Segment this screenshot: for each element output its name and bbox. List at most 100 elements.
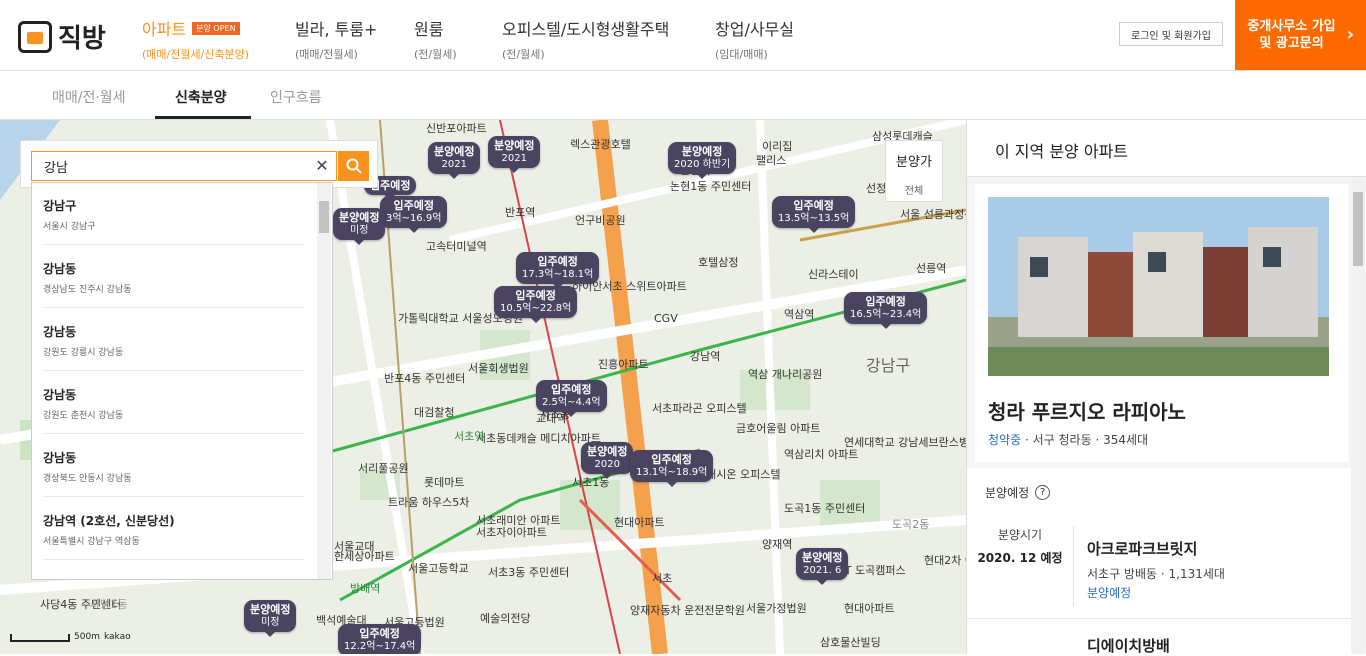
search-icon: [346, 158, 362, 174]
nav-oneroom-sub: (전/월세): [414, 48, 457, 61]
map-pin-ipju[interactable]: 입주예정 17.3억~18.1억: [516, 252, 600, 289]
map-pin-bunyang[interactable]: 분양예정 2021: [488, 136, 541, 173]
map-label: 호텔삼정: [698, 256, 739, 269]
price-filter[interactable]: 분양가 전체: [885, 140, 943, 202]
map-label: 삼호물산빌딩: [820, 636, 881, 649]
upcoming-item[interactable]: 디에이치방배: [967, 618, 1351, 655]
pin-sub: 17.3억~18.1억: [522, 269, 594, 280]
pin-sub: 16.5억~23.4억: [850, 309, 922, 320]
pin-sub: 13.5억~13.5억: [778, 213, 850, 224]
pin-label: 입주예정: [537, 255, 578, 268]
nav-office[interactable]: 창업/사무실 (임대/매매): [715, 16, 794, 62]
suggestion-item[interactable]: 강남구 서울시 강남구: [43, 183, 305, 245]
map-pin-bunyang[interactable]: 분양예정 미정: [244, 600, 297, 637]
suggestion-name: 강남동: [43, 325, 77, 339]
map-label: 반포역: [505, 206, 536, 219]
tab-new-sale[interactable]: 신축분양: [175, 87, 227, 107]
tab-population[interactable]: 인구흐름: [270, 87, 322, 107]
map-label: 트라움 하우스5차: [388, 496, 470, 509]
map-label: CGV: [654, 312, 678, 325]
sale-period: 분양시기 2020. 12 예정: [967, 526, 1073, 566]
nav-apartment[interactable]: 아파트 분양 OPEN (매매/전월세/신축분양): [142, 16, 249, 62]
suggestions-scroll-thumb[interactable]: [319, 201, 329, 233]
featured-apartment-card[interactable]: 청라 푸르지오 라피아노 청약중 · 서구 청라동 · 354세대: [975, 184, 1348, 462]
map-pin-bunyang[interactable]: 분양예정 미정: [333, 208, 386, 245]
map-pin-bunyang[interactable]: 분양예정 2021. 6: [796, 548, 849, 585]
apartment-photo-illustration: [988, 197, 1329, 376]
map-label: 서초파라곤 오피스텔: [652, 402, 747, 415]
map-pin-bunyang[interactable]: 분양예정 2020 하반기: [668, 142, 737, 179]
suggestion-item[interactable]: 강남역 (2호선, 신분당선) 서울특별시 강남구 역삼동: [43, 498, 305, 560]
map-label: 양재자동차 운전전문학원: [630, 604, 745, 617]
pin-label: 입주예정: [865, 295, 906, 308]
help-icon[interactable]: ?: [1035, 485, 1051, 500]
map-label: 서초3동 주민센터: [488, 566, 570, 579]
map-label: 서울고등학교: [408, 562, 469, 575]
panel-title: 이 지역 분양 아파트: [967, 120, 1366, 177]
agent-signup-button[interactable]: 중개사무소 가입 및 광고문의 ›: [1235, 0, 1366, 70]
pin-sub: 2.5억~4.4억: [542, 397, 601, 408]
map-pin-ipju[interactable]: 입주예정 13.1억~18.9억: [630, 450, 714, 487]
suggestion-name: 강남동: [43, 451, 77, 465]
map-pin-bunyang[interactable]: 분양예정 2020: [581, 442, 634, 479]
upcoming-status: 분양예정: [1087, 586, 1132, 600]
map-label: 선릉역: [916, 262, 947, 275]
map-label: 도곡2동: [892, 518, 930, 531]
suggestion-item[interactable]: 강남동 경상남도 진주시 강남동: [43, 246, 305, 308]
upcoming-location: 서초구 방배동: [1087, 567, 1158, 581]
search-button[interactable]: [338, 151, 369, 181]
panel-scroll-thumb[interactable]: [1353, 192, 1363, 266]
map-pin-bunyang[interactable]: 분양예정 2021: [428, 142, 481, 179]
map-label: 역삼 개나리공원: [748, 368, 823, 381]
suggestion-address: 경상남도 진주시 강남동: [43, 285, 132, 295]
sub-navigation: 매매/전·월세 신축분양 인구흐름: [0, 71, 1366, 120]
suggestion-item[interactable]: 강남동경상북도 안동시 강남동: [43, 435, 305, 497]
clear-icon[interactable]: ✕: [311, 155, 333, 177]
map-pin-ipju[interactable]: 입주예정 3억~16.9억: [380, 196, 448, 233]
nav-officetel[interactable]: 오피스텔/도시형생활주택 (전/월세): [502, 16, 669, 62]
tab-trade[interactable]: 매매/전·월세: [52, 87, 126, 107]
map-pin-ipju[interactable]: 입주예정 13.5억~13.5억: [772, 196, 856, 233]
map-label: 역삼역: [784, 308, 815, 321]
pin-label: 입주예정: [515, 289, 556, 302]
suggestions-scrollbar[interactable]: [317, 183, 331, 579]
pin-label: 입주예정: [793, 199, 834, 212]
apartment-location: 서구 청라동: [1032, 433, 1092, 447]
map-label: 현대2차 아파트: [924, 554, 966, 567]
nav-officetel-label: 오피스텔/도시형생활주택: [502, 20, 670, 39]
suggestion-name: 강남동: [43, 388, 77, 402]
suggestion-item[interactable]: 강남동강원도 춘천시 강남동: [43, 372, 305, 434]
upcoming-item[interactable]: 아크로파크브릿지 서초구 방배동 · 1,131세대 분양예정: [1087, 538, 1225, 601]
suggestion-address: 강원도 춘천시 강남동: [43, 411, 124, 421]
map-pin-ipju[interactable]: 입주예정 10.5억~22.8억: [494, 286, 578, 323]
map-pin-ipju[interactable]: 입주예정 12.2억~17.4억: [338, 624, 422, 654]
pin-label: 분양예정: [434, 145, 475, 158]
pin-sub: 13.1억~18.9억: [636, 467, 708, 478]
nav-villa[interactable]: 빌라, 투룸+ (매매/전월세): [295, 16, 377, 62]
apartment-name: 청라 푸르지오 라피아노: [988, 400, 1186, 424]
pin-sub: 10.5억~22.8억: [500, 303, 572, 314]
map-label: 서초자이아파트: [476, 526, 547, 539]
map-label: 팰리스: [756, 154, 787, 167]
suggestion-item[interactable]: 강남동 강원도 강릉시 강남동: [43, 309, 305, 371]
map-district-label: 강남구: [866, 356, 911, 375]
map-label: 롯데마트: [424, 476, 465, 489]
zigbang-logo[interactable]: 직방: [18, 18, 106, 55]
pin-sub: 2021: [501, 153, 527, 164]
pin-label: 분양예정: [250, 603, 291, 616]
map-label: 서리풀공원: [358, 462, 409, 475]
login-button[interactable]: 로그인 및 회원가입: [1119, 22, 1223, 46]
pin-label: 분양예정: [587, 445, 628, 458]
map-label: 언구비공원: [575, 214, 626, 227]
upcoming-name: 디에이치방배: [1087, 637, 1170, 655]
map-pin-ipju[interactable]: 입주예정 16.5억~23.4억: [844, 292, 928, 329]
nav-oneroom[interactable]: 원룸 (전/월세): [414, 16, 457, 62]
pin-sub: 3억~16.9억: [386, 213, 442, 224]
pin-label: 분양예정: [494, 139, 535, 152]
suggestion-address: 서울시 강남구: [43, 222, 96, 232]
apartment-units: 354세대: [1103, 433, 1149, 447]
search-input[interactable]: [31, 151, 337, 181]
pin-label: 입주예정: [359, 627, 400, 640]
map-pin-ipju[interactable]: 입주예정 2.5억~4.4억: [536, 380, 607, 417]
suggestion-address: 경상북도 안동시 강남동: [43, 474, 132, 484]
